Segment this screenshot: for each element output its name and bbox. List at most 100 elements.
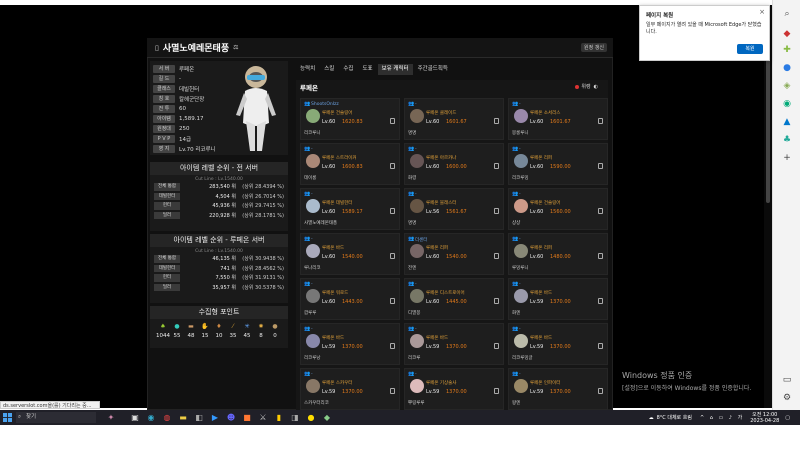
explorer-icon[interactable]: ▬ (176, 411, 190, 425)
windows-start-icon[interactable] (0, 411, 14, 425)
copy-icon[interactable] (390, 343, 395, 349)
character-card[interactable]: 👥 - 루페온 바드 Lv.59 1370.00 화엔 (508, 278, 608, 320)
character-card[interactable]: 👥 - 루페온 스트라이커 Lv.60 1600.83 데이롱 (300, 143, 400, 185)
copy-icon[interactable] (598, 343, 603, 349)
taskview-icon[interactable]: ▣ (128, 411, 142, 425)
avatar (410, 379, 424, 393)
taskbar-search[interactable]: ⌕ 찾기 (16, 412, 96, 423)
character-card[interactable]: 👥 - 루페온 워로드 Lv.60 1443.00 깜루루 (300, 278, 400, 320)
tools-icon[interactable]: ✚ (781, 44, 793, 56)
character-card[interactable]: 👥 - 루페온 데빌헌터 Lv.60 1589.17 사멸노예레몬태풍 (300, 188, 400, 230)
copy-icon[interactable] (494, 388, 499, 394)
tab-5[interactable]: 주간골드획득 (414, 64, 452, 75)
sidebar-toggle-icon[interactable]: ▭ (781, 374, 793, 386)
copy-icon[interactable] (598, 163, 603, 169)
outlook-icon[interactable]: ◉ (781, 98, 793, 110)
info-key: 클래스 (153, 84, 175, 93)
page-scrollbar[interactable] (764, 5, 772, 408)
copy-icon[interactable] (494, 208, 499, 214)
add-icon[interactable]: + (781, 152, 793, 164)
app5-icon[interactable]: ▮ (272, 411, 286, 425)
character-card[interactable]: 👥 - 루페온 스카우터 Lv.59 1370.00 스카우터리코 (300, 368, 400, 410)
discord-icon[interactable]: ☻ (224, 411, 238, 425)
collect-count: 8 (259, 333, 263, 339)
tab-2[interactable]: 수집 (339, 64, 357, 75)
designer-icon[interactable]: ▲ (781, 116, 793, 128)
roster-lock[interactable]: 위렝 ◐ (575, 83, 598, 90)
character-card[interactable]: 👥 ShootsOnIzz 루페온 건슬링어 Lv.60 1620.83 리코루니 (300, 98, 400, 140)
character-card[interactable]: 👥 - 루페온 디스트로이어 Lv.60 1445.00 디멸봉 (404, 278, 504, 320)
character-card[interactable]: 👥 - 루페온 건슬링어 Lv.60 1560.00 샹샹 (508, 188, 608, 230)
tab-4[interactable]: 보유 캐릭터 (377, 64, 413, 75)
character-card[interactable]: 👥 - 루페온 인파이터 Lv.59 1370.00 왕엔 (508, 368, 608, 410)
copy-icon[interactable] (390, 118, 395, 124)
copy-icon[interactable] (598, 118, 603, 124)
app-icon[interactable]: ◧ (192, 411, 206, 425)
card-party: - (415, 101, 417, 107)
character-card[interactable]: 👥 - 루페온 바드 Lv.60 1540.00 루나리코 (300, 233, 400, 275)
info-key: 아이템 (153, 114, 175, 123)
copy-icon[interactable] (390, 253, 395, 259)
games-icon[interactable]: ● (781, 62, 793, 74)
copy-icon[interactable] (598, 388, 603, 394)
character-card[interactable]: 👥 - 루페온 소서리스 Lv.60 1601.67 몽롱루니 (508, 98, 608, 140)
copy-icon[interactable] (494, 163, 499, 169)
card-item-level: 1600.83 (342, 164, 363, 170)
shopping-icon[interactable]: ◆ (781, 28, 793, 40)
app3-icon[interactable]: ■ (240, 411, 254, 425)
copy-icon[interactable] (598, 298, 603, 304)
edge-icon[interactable]: ◉ (144, 411, 158, 425)
refresh-button[interactable]: 원정 갱신 (581, 43, 607, 52)
tab-3[interactable]: 도표 (358, 64, 376, 75)
copy-icon[interactable] (390, 388, 395, 394)
copy-icon[interactable] (494, 118, 499, 124)
avatar (514, 109, 528, 123)
app7-icon[interactable]: ◆ (320, 411, 334, 425)
tray-icons[interactable]: ^ ⌂ ▭ ♪ 가 (700, 414, 744, 421)
kakaotalk-icon[interactable]: ● (304, 411, 318, 425)
weather-text[interactable]: 8°C 대체로 흐림 (657, 414, 692, 421)
chrome-icon[interactable]: ◍ (160, 411, 174, 425)
tab-0[interactable]: 능력치 (296, 64, 319, 75)
settings-icon[interactable]: ⚙ (781, 392, 793, 404)
character-card[interactable]: 👥 - 루페온 블래스터 Lv.56 1561.67 명명 (404, 188, 504, 230)
info-value: Lv.70 리코루니 (179, 146, 216, 153)
copy-icon[interactable] (494, 298, 499, 304)
character-card[interactable]: 👥 - 루페온 아르카나 Lv.60 1600.00 화령 (404, 143, 504, 185)
share-icon[interactable]: ⚖ (233, 44, 238, 51)
copy-icon[interactable] (390, 208, 395, 214)
office-icon[interactable]: ◈ (781, 80, 793, 92)
info-value: 데빌헌터 (179, 86, 200, 93)
copy-icon[interactable] (494, 343, 499, 349)
app6-icon[interactable]: ◨ (288, 411, 302, 425)
search-icon[interactable]: ⌕ (781, 8, 793, 20)
bookmark-icon[interactable]: ▯ (155, 44, 159, 52)
character-card[interactable]: 👥 - 루페온 바드 Lv.59 1370.00 리코루낭 (300, 323, 400, 365)
copy-icon[interactable] (598, 208, 603, 214)
copy-icon[interactable] (494, 253, 499, 259)
widget-icon[interactable]: ✦ (96, 411, 126, 425)
character-card[interactable]: 👥 더센터 루페온 리퍼 Lv.60 1540.00 전엔 (404, 233, 504, 275)
character-card[interactable]: 👥 - 루페온 클레이드 Lv.60 1601.67 명명 (404, 98, 504, 140)
character-card[interactable]: 👥 - 루페온 바드 Lv.59 1370.00 리코루밍글 (508, 323, 608, 365)
info-row: 전 투 60 (153, 104, 186, 113)
character-card[interactable]: 👥 - 루페온 기상술사 Lv.59 1370.00 뿌링루루 (404, 368, 504, 410)
toggle-icon[interactable]: ◐ (594, 84, 598, 90)
info-value: 1,589.17 (179, 115, 204, 122)
tab-1[interactable]: 스킬 (320, 64, 338, 75)
notification-icon[interactable]: ▢ (785, 415, 790, 421)
copy-icon[interactable] (598, 253, 603, 259)
app2-icon[interactable]: ▶ (208, 411, 222, 425)
party-icon: 👥 (408, 236, 415, 242)
close-icon[interactable]: × (759, 8, 765, 16)
tree-icon[interactable]: ♣ (781, 134, 793, 146)
restore-button[interactable]: 복원 (737, 44, 763, 54)
info-key: 영 지 (153, 144, 175, 153)
copy-icon[interactable] (390, 298, 395, 304)
clock[interactable]: 오전 12:00 2023-04-28 (750, 412, 779, 424)
character-card[interactable]: 👥 - 루페온 리퍼 Lv.60 1590.00 리코루밍 (508, 143, 608, 185)
app4-icon[interactable]: ⚔ (256, 411, 270, 425)
character-card[interactable]: 👥 - 루페온 리퍼 Lv.60 1480.00 루밍루니 (508, 233, 608, 275)
copy-icon[interactable] (390, 163, 395, 169)
character-card[interactable]: 👥 - 루페온 바드 Lv.59 1370.00 리코루 (404, 323, 504, 365)
